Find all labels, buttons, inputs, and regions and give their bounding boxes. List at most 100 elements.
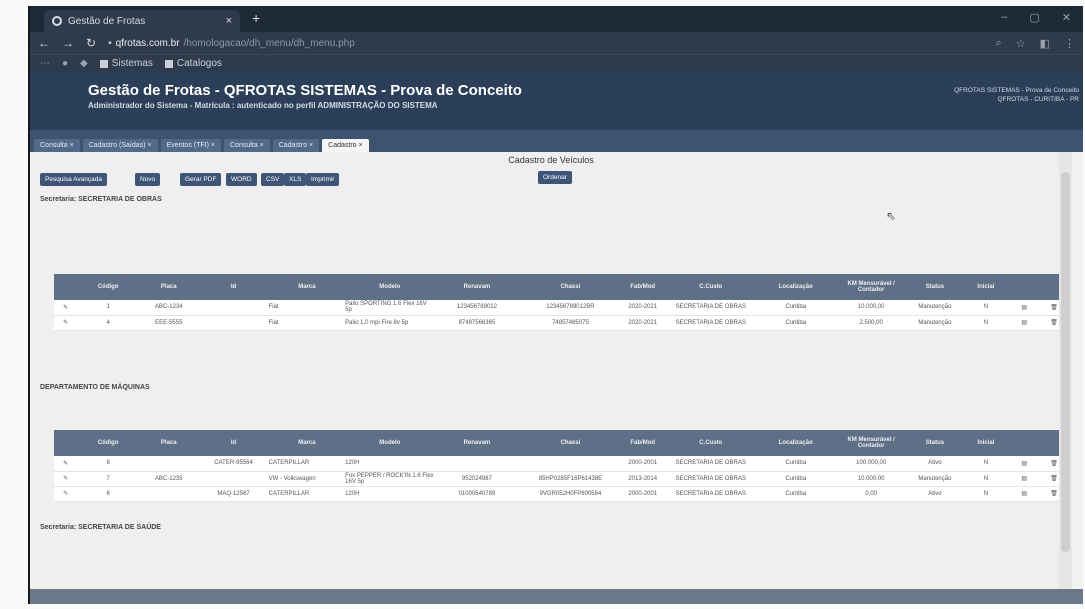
bookmark-catalogos[interactable]: Catalogos bbox=[164, 58, 222, 69]
close-icon[interactable]: × bbox=[226, 15, 232, 27]
apps-icon[interactable]: ⋯ bbox=[40, 58, 50, 69]
col-ccusto[interactable]: C.Custo bbox=[663, 430, 758, 456]
edit-icon[interactable]: ✎ bbox=[54, 471, 78, 487]
tab-label: Cadastro (Saídas) bbox=[88, 142, 146, 149]
tab-cadastro-active[interactable]: Cadastro × bbox=[322, 139, 369, 152]
minimize-icon[interactable]: – bbox=[1001, 11, 1007, 24]
col-fab[interactable]: Fab/Mod bbox=[621, 430, 664, 456]
col-ccusto[interactable]: C.Custo bbox=[663, 274, 758, 300]
forward-icon[interactable]: → bbox=[62, 36, 74, 50]
col-renavam[interactable]: Renavam bbox=[434, 274, 520, 300]
maximize-icon[interactable]: ▢ bbox=[1029, 11, 1039, 24]
card-icon[interactable]: ▤ bbox=[1010, 471, 1038, 487]
col-codigo[interactable]: Código bbox=[77, 274, 139, 300]
vertical-scrollbar[interactable] bbox=[1059, 152, 1072, 589]
sort-button[interactable]: Ordenar bbox=[538, 171, 572, 184]
col-fab[interactable]: Fab/Mod bbox=[621, 274, 664, 300]
new-button[interactable]: Novo bbox=[135, 173, 161, 186]
col-chassi[interactable]: Chassi bbox=[519, 274, 622, 300]
cell-chassi: 9VGR052H0FP800564 bbox=[519, 486, 622, 502]
bookmark-star-icon[interactable]: ☆ bbox=[1016, 37, 1026, 50]
tab-consulta[interactable]: Consulta × bbox=[34, 139, 80, 152]
col-placa[interactable]: Placa bbox=[139, 430, 199, 456]
pdf-button[interactable]: Gerar PDF bbox=[180, 173, 222, 186]
card-icon[interactable]: ▤ bbox=[1010, 456, 1038, 472]
col-inicial[interactable]: Inicial bbox=[961, 430, 1011, 456]
cell-local: Curitiba bbox=[757, 471, 834, 487]
site-info-icon[interactable]: ▪ bbox=[108, 38, 112, 49]
back-icon[interactable]: ← bbox=[38, 36, 50, 50]
card-icon[interactable]: ▤ bbox=[1010, 315, 1038, 331]
col-chassi[interactable]: Chassi bbox=[519, 430, 622, 456]
table-row[interactable]: ✎ 4 EEE-5555 Fiat Palio 1.0 mpi Fire 8v … bbox=[54, 315, 1070, 331]
tab-cadastro-saidas[interactable]: Cadastro (Saídas) × bbox=[82, 139, 158, 152]
cell-renavam bbox=[434, 456, 520, 472]
csv-button[interactable]: CSV bbox=[261, 173, 285, 186]
edit-icon[interactable]: ✎ bbox=[54, 456, 78, 472]
table-row[interactable]: ✎ 6 MAQ-12567 CATERPILLAR 120H 010005407… bbox=[54, 486, 1070, 502]
col-status[interactable]: Status bbox=[908, 274, 962, 300]
table-obras: Código Placa Id Marca Modelo Renavam Cha… bbox=[54, 274, 1070, 331]
menu-icon[interactable]: ⋮ bbox=[1064, 37, 1075, 50]
tab-cadastro[interactable]: Cadastro × bbox=[272, 139, 320, 152]
cell-id bbox=[198, 471, 269, 487]
col-renavam[interactable]: Renavam bbox=[434, 430, 520, 456]
edit-icon[interactable]: ✎ bbox=[54, 300, 78, 316]
ext-icon[interactable]: ● bbox=[62, 58, 68, 69]
bookmark-label: Sistemas bbox=[111, 58, 153, 69]
cell-placa: ABC-1234 bbox=[139, 300, 199, 316]
cell-marca: Fiat bbox=[268, 300, 346, 316]
zoom-icon[interactable]: ⌕ bbox=[996, 37, 1002, 50]
xls-button[interactable]: XLS bbox=[284, 173, 307, 186]
edit-icon[interactable]: ✎ bbox=[54, 486, 78, 502]
col-id[interactable]: Id bbox=[198, 274, 269, 300]
cell-inicial: N bbox=[961, 471, 1011, 487]
cell-placa: ABC-1235 bbox=[139, 471, 199, 487]
reload-icon[interactable]: ↻ bbox=[86, 36, 96, 50]
scrollbar-thumb[interactable] bbox=[1061, 172, 1070, 552]
cell-renavam: 87487566365 bbox=[434, 315, 520, 331]
word-button[interactable]: WORD bbox=[226, 173, 257, 186]
col-local[interactable]: Localização bbox=[757, 430, 834, 456]
app-location: QFROTAS - CURITIBA - PR bbox=[997, 96, 1080, 103]
card-icon[interactable]: ▤ bbox=[1010, 486, 1038, 502]
col-marca[interactable]: Marca bbox=[268, 274, 346, 300]
edit-icon[interactable]: ✎ bbox=[54, 315, 78, 331]
cell-fab: 2000-2001 bbox=[621, 456, 664, 472]
cell-local: Curitiba bbox=[757, 300, 834, 316]
table-row[interactable]: ✎ 1 ABC-1234 Fiat Palio SPORTING 1.6 Fle… bbox=[54, 300, 1070, 316]
tab-consulta-2[interactable]: Consulta × bbox=[224, 139, 270, 152]
col-id[interactable]: Id bbox=[198, 430, 269, 456]
card-icon[interactable]: ▤ bbox=[1010, 300, 1038, 316]
advanced-search-button[interactable]: Pesquisa Avançada bbox=[40, 173, 107, 186]
col-codigo[interactable]: Código bbox=[77, 430, 139, 456]
url-field[interactable]: ▪ qfrotas.com.br/homologacao/dh_menu/dh_… bbox=[108, 38, 355, 49]
close-window-icon[interactable]: ✕ bbox=[1062, 11, 1071, 24]
table-row[interactable]: ✎ 8 CATER-95564 CATERPILLAR 120H 2000-20… bbox=[54, 456, 1070, 472]
cell-modelo: 120H bbox=[345, 486, 435, 502]
col-marca[interactable]: Marca bbox=[268, 430, 346, 456]
ext-icon[interactable]: ◆ bbox=[80, 58, 88, 69]
cell-local: Curitiba bbox=[757, 486, 834, 502]
cell-chassi: 74857485075 bbox=[519, 315, 622, 331]
browser-tab[interactable]: Gestão de Frotas × bbox=[44, 10, 240, 32]
col-local[interactable]: Localização bbox=[757, 274, 834, 300]
col-modelo[interactable]: Modelo bbox=[345, 274, 435, 300]
cell-marca: CATERPILLAR bbox=[268, 486, 346, 502]
section-obras: Secretaria: SECRETARIA DE OBRAS bbox=[40, 196, 162, 203]
table-row[interactable]: ✎ 7 ABC-1235 VW - Volkswagen Fox PEPPER … bbox=[54, 471, 1070, 487]
sidebar-icon[interactable]: ◧ bbox=[1040, 37, 1050, 50]
print-button[interactable]: Imprimir bbox=[306, 173, 340, 186]
cell-km: 2.500,00 bbox=[833, 315, 909, 331]
col-km[interactable]: KM Mensurável / Contador bbox=[833, 430, 909, 456]
new-tab-button[interactable]: + bbox=[252, 10, 260, 26]
col-status[interactable]: Status bbox=[908, 430, 962, 456]
tab-eventos[interactable]: Eventos (TFI) × bbox=[160, 139, 221, 152]
cell-status: Manutenção bbox=[908, 300, 962, 316]
col-inicial[interactable]: Inicial bbox=[961, 274, 1011, 300]
bookmark-sistemas[interactable]: Sistemas bbox=[99, 58, 153, 69]
col-km[interactable]: KM Mensurável / Contador bbox=[833, 274, 909, 300]
col-modelo[interactable]: Modelo bbox=[345, 430, 435, 456]
col-placa[interactable]: Placa bbox=[139, 274, 199, 300]
main-content: Cadastro de Veículos Pesquisa Avançada N… bbox=[30, 152, 1072, 589]
